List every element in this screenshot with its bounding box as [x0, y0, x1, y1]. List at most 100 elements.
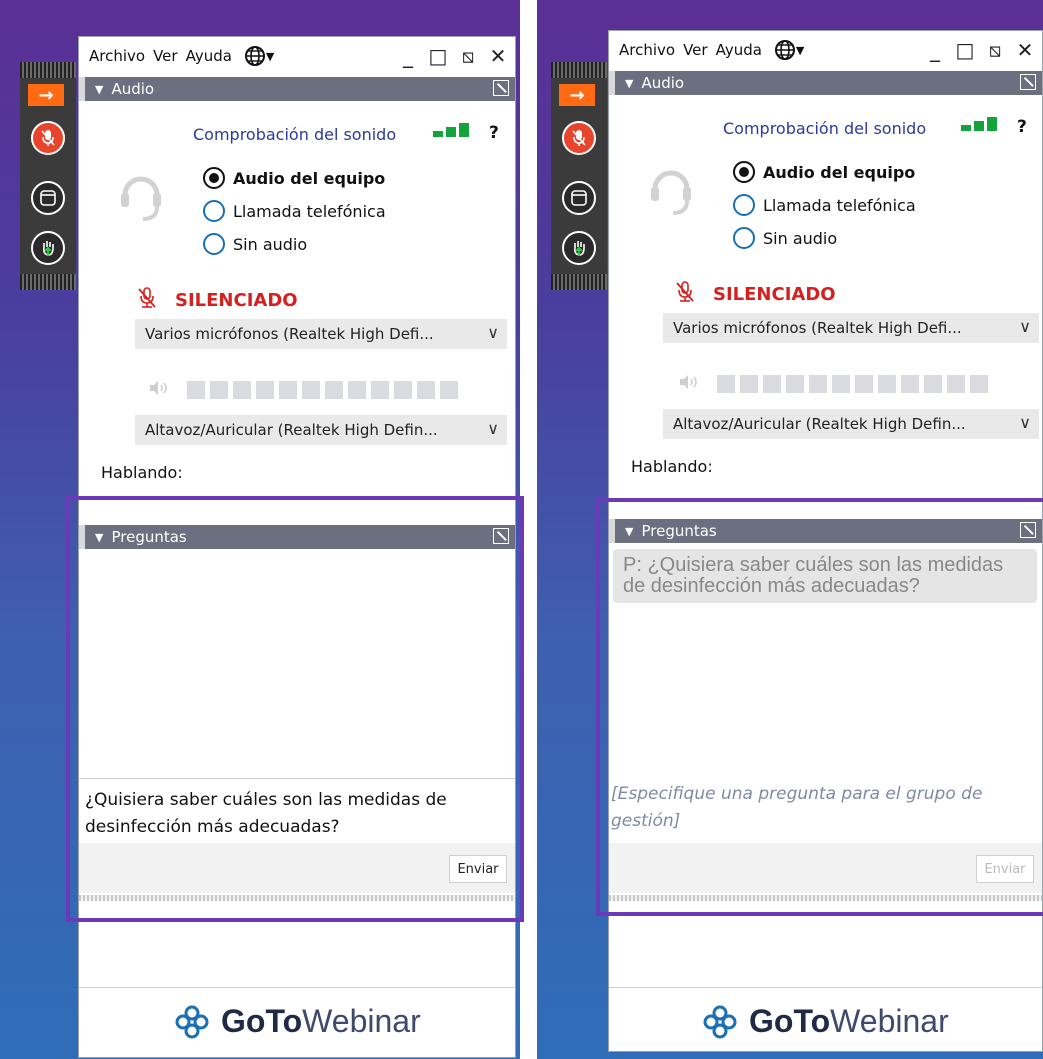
screen-view-button[interactable] — [28, 178, 68, 218]
mute-status[interactable]: SILENCIADO — [137, 287, 298, 313]
hand-icon — [31, 231, 65, 265]
divider — [609, 987, 1042, 988]
help-button[interactable]: ? — [489, 123, 499, 143]
mic-muted-icon — [137, 287, 157, 313]
menu-ayuda[interactable]: Ayuda — [186, 47, 232, 65]
speaker-select[interactable]: Altavoz/Auricular (Realtek High Defin...… — [135, 415, 507, 445]
menu-ayuda[interactable]: Ayuda — [716, 41, 762, 59]
audio-section-header[interactable]: ▼ Audio — [79, 77, 515, 101]
expand-panel-button[interactable]: → — [559, 84, 595, 106]
talking-label: Hablando: — [631, 457, 713, 476]
speaker-select[interactable]: Altavoz/Auricular (Realtek High Defin...… — [663, 409, 1039, 439]
control-toolbar-left: → — [20, 62, 76, 290]
chevron-down-icon: ∨ — [1019, 413, 1031, 432]
toolbar-grip-bottom[interactable] — [20, 274, 76, 290]
minimize-button[interactable]: _ — [924, 39, 946, 61]
microphone-select[interactable]: Varios micrófonos (Realtek High Defi... … — [135, 319, 507, 349]
help-button[interactable]: ? — [1017, 117, 1027, 137]
speaker-volume-icon — [679, 374, 701, 394]
divider — [79, 987, 515, 988]
chevron-down-icon: ▼ — [795, 43, 805, 57]
menu-bar: Archivo Ver Ayuda ▼ _ □ ⧅ ✕ — [609, 31, 1042, 69]
popout-section-icon[interactable] — [1020, 74, 1036, 90]
logo-to: To — [265, 1003, 303, 1039]
speaker-level-meter — [149, 380, 458, 400]
radio-empty-icon — [733, 227, 755, 249]
mic-muted-icon — [562, 121, 596, 155]
microphone-value: Varios micrófonos (Realtek High Defi... — [145, 325, 434, 343]
popout-button[interactable]: ⧅ — [457, 45, 479, 67]
gotowebinar-logo-icon — [703, 1005, 737, 1038]
logo-webinar: Webinar — [830, 1003, 949, 1039]
chevron-down-icon: ▼ — [265, 49, 275, 63]
radio-phone-call[interactable]: Llamada telefónica — [733, 194, 916, 216]
muted-label: SILENCIADO — [713, 283, 836, 305]
close-button[interactable]: ✕ — [487, 45, 509, 67]
arrow-right-icon: → — [38, 84, 54, 106]
sound-check-link[interactable]: Comprobación del sonido — [193, 125, 396, 144]
menu-archivo[interactable]: Archivo — [619, 41, 675, 59]
signal-strength-icon — [961, 117, 997, 131]
audio-section-title: Audio — [111, 80, 155, 98]
menu-ver[interactable]: Ver — [683, 41, 708, 59]
audio-section-title: Audio — [641, 74, 685, 92]
menu-archivo[interactable]: Archivo — [89, 47, 145, 65]
radio-computer-audio[interactable]: Audio del equipo — [203, 167, 385, 189]
radio-computer-label: Audio del equipo — [233, 168, 386, 188]
raise-hand-button[interactable] — [559, 228, 599, 268]
logo-to: To — [793, 1003, 831, 1039]
hand-icon — [562, 231, 596, 265]
radio-none-label: Sin audio — [233, 234, 308, 254]
radio-phone-label: Llamada telefónica — [763, 195, 916, 215]
restore-button[interactable]: □ — [427, 45, 449, 67]
gotowebinar-logo: Go To Webinar — [173, 1003, 421, 1040]
toolbar-grip-bottom[interactable] — [551, 274, 607, 290]
toolbar-grip-top[interactable] — [20, 62, 76, 78]
speaker-volume-icon — [149, 380, 171, 400]
questions-highlight-box — [596, 498, 1043, 916]
radio-selected-icon — [733, 161, 755, 183]
collapse-triangle-icon[interactable]: ▼ — [625, 77, 633, 90]
sound-check-link[interactable]: Comprobación del sonido — [723, 119, 926, 138]
minimize-button[interactable]: _ — [397, 45, 419, 67]
popout-section-icon[interactable] — [493, 80, 509, 96]
chevron-down-icon: ∨ — [1019, 317, 1031, 336]
window-controls: _ □ ⧅ ✕ — [397, 45, 509, 67]
window-icon — [562, 181, 596, 215]
restore-button[interactable]: □ — [954, 39, 976, 61]
radio-no-audio[interactable]: Sin audio — [733, 227, 837, 249]
close-button[interactable]: ✕ — [1014, 39, 1036, 61]
speaker-value: Altavoz/Auricular (Realtek High Defin... — [145, 421, 438, 439]
raise-hand-button[interactable] — [28, 228, 68, 268]
window-icon — [31, 181, 65, 215]
window-controls: _ □ ⧅ ✕ — [924, 39, 1036, 61]
radio-computer-label: Audio del equipo — [763, 162, 916, 182]
radio-empty-icon — [203, 233, 225, 255]
language-globe-icon[interactable]: ▼ — [774, 39, 804, 61]
control-toolbar-right: → — [551, 62, 607, 290]
mute-mic-button[interactable] — [559, 118, 599, 158]
audio-section-header[interactable]: ▼ Audio — [609, 71, 1042, 95]
radio-phone-label: Llamada telefónica — [233, 201, 386, 221]
muted-label: SILENCIADO — [175, 289, 298, 311]
microphone-select[interactable]: Varios micrófonos (Realtek High Defi... … — [663, 313, 1039, 343]
popout-button[interactable]: ⧅ — [984, 39, 1006, 61]
radio-computer-audio[interactable]: Audio del equipo — [733, 161, 915, 183]
speaker-value: Altavoz/Auricular (Realtek High Defin... — [673, 415, 966, 433]
mute-status[interactable]: SILENCIADO — [675, 281, 836, 307]
logo-go: Go — [749, 1003, 794, 1039]
mute-mic-button[interactable] — [28, 118, 68, 158]
language-globe-icon[interactable]: ▼ — [244, 45, 274, 67]
radio-empty-icon — [733, 194, 755, 216]
radio-no-audio[interactable]: Sin audio — [203, 233, 307, 255]
screen-view-button[interactable] — [559, 178, 599, 218]
level-blocks — [187, 381, 458, 399]
toolbar-grip-top[interactable] — [551, 62, 607, 78]
radio-phone-call[interactable]: Llamada telefónica — [203, 200, 386, 222]
headset-icon — [119, 161, 163, 229]
collapse-triangle-icon[interactable]: ▼ — [95, 83, 103, 96]
expand-panel-button[interactable]: → — [28, 84, 64, 106]
chevron-down-icon: ∨ — [487, 419, 499, 438]
radio-empty-icon — [203, 200, 225, 222]
menu-ver[interactable]: Ver — [153, 47, 178, 65]
